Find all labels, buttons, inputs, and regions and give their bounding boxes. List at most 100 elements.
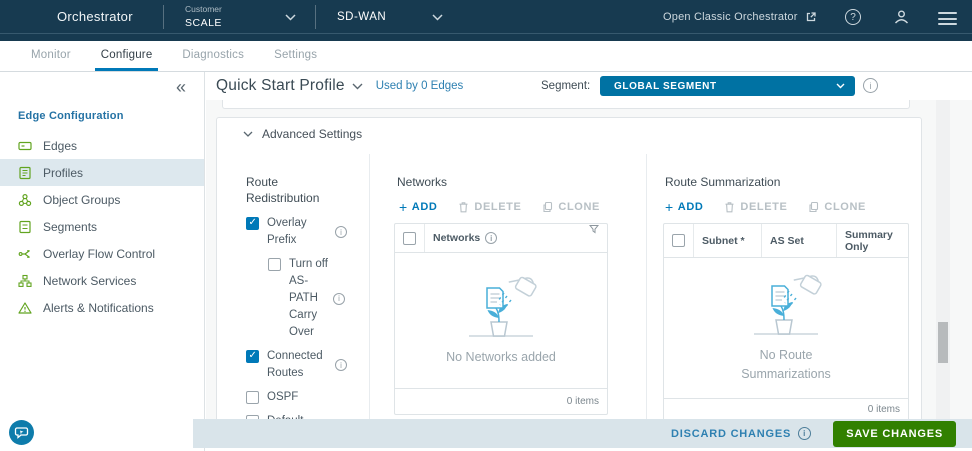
sidebar-list: Edges Profiles Object Groups Segments Ov… <box>0 132 204 321</box>
customer-selector[interactable]: Customer SCALE <box>185 4 222 29</box>
clone-network-button[interactable]: CLONE <box>542 201 600 213</box>
option-label: Turn off AS-PATH Carry Over <box>289 256 329 341</box>
segment-info-icon[interactable] <box>863 78 878 93</box>
plus-icon: + <box>665 201 674 213</box>
vertical-scrollbar[interactable] <box>936 100 950 419</box>
delete-network-button[interactable]: DELETE <box>458 201 521 213</box>
sidebar-section-title: Edge Configuration <box>18 110 204 122</box>
sidebar-item-overlay-flow-control[interactable]: Overlay Flow Control <box>0 240 204 267</box>
tab-monitor[interactable]: Monitor <box>25 41 77 71</box>
save-changes-button[interactable]: SAVE CHANGES <box>833 421 956 447</box>
external-link-icon <box>805 11 817 23</box>
sidebar-item-label: Network Services <box>43 274 136 288</box>
tab-configure[interactable]: Configure <box>95 41 159 71</box>
info-icon[interactable] <box>335 226 347 238</box>
option-connected-routes: Connected Routes <box>246 348 368 382</box>
scrollbar-thumb[interactable] <box>938 322 948 363</box>
route-redistribution-section: Route Redistribution Overlay Prefix Turn… <box>246 174 368 436</box>
sidebar-collapse-icon[interactable]: « <box>176 77 186 98</box>
sidebar-item-edges[interactable]: Edges <box>0 132 204 159</box>
alert-triangle-icon <box>18 301 32 315</box>
sidebar-item-alerts-notifications[interactable]: Alerts & Notifications <box>0 294 204 321</box>
topbar-vertical-divider <box>163 5 164 29</box>
info-icon[interactable] <box>798 427 811 440</box>
networks-empty-state: No Networks added <box>395 253 607 388</box>
advanced-settings-card: Advanced Settings Route Redistribution O… <box>216 117 922 435</box>
add-summarization-button[interactable]: +ADD <box>665 201 703 213</box>
sidebar-item-label: Profiles <box>43 166 83 180</box>
page-header: Quick Start Profile Used by 0 Edges Segm… <box>206 72 972 100</box>
overlay-prefix-checkbox[interactable] <box>246 217 259 230</box>
sidebar-item-profiles[interactable]: Profiles <box>0 159 204 186</box>
ospf-checkbox[interactable] <box>246 391 259 404</box>
chevron-down-icon <box>243 131 253 137</box>
service-selector[interactable]: SD-WAN <box>337 0 386 34</box>
subnet-column-header: Subnet * <box>694 224 762 257</box>
networks-toolbar: +ADD DELETE CLONE <box>399 199 626 215</box>
select-all-checkbox[interactable] <box>672 234 685 247</box>
chevron-down-icon[interactable] <box>432 14 443 21</box>
networks-section: Networks +ADD DELETE CLONE Networks <box>386 174 626 415</box>
segment-dropdown[interactable]: GLOBAL SEGMENT <box>600 76 855 96</box>
connected-routes-checkbox[interactable] <box>246 350 259 363</box>
option-overlay-prefix: Overlay Prefix <box>246 215 368 249</box>
topbar-vertical-divider <box>315 5 316 29</box>
info-icon[interactable] <box>335 359 347 371</box>
chat-bubble-icon <box>14 425 29 440</box>
trash-icon <box>724 201 735 213</box>
watering-plant-illustration <box>738 272 834 342</box>
sidebar-item-network-services[interactable]: Network Services <box>0 267 204 294</box>
advanced-settings-title: Advanced Settings <box>262 127 362 141</box>
feedback-chat-button[interactable] <box>9 420 34 445</box>
tab-diagnostics[interactable]: Diagnostics <box>176 41 250 71</box>
help-icon[interactable]: ? <box>845 9 861 25</box>
info-icon[interactable] <box>333 293 345 305</box>
app-title: Orchestrator <box>57 0 133 34</box>
segment-dropdown-value: GLOBAL SEGMENT <box>614 81 717 92</box>
segment-label: Segment: <box>541 80 590 92</box>
customer-label: Customer <box>185 4 222 14</box>
networks-empty-text: No Networks added <box>442 348 560 367</box>
info-icon[interactable] <box>485 232 497 244</box>
edge-device-icon <box>18 139 32 153</box>
select-all-checkbox[interactable] <box>403 232 416 245</box>
discard-changes-label: DISCARD CHANGES <box>671 428 791 440</box>
sidebar-item-label: Edges <box>43 139 77 153</box>
delete-summarization-button[interactable]: DELETE <box>724 201 787 213</box>
clone-summarization-button[interactable]: CLONE <box>808 201 866 213</box>
option-label: Connected Routes <box>267 348 331 382</box>
tab-settings[interactable]: Settings <box>268 41 323 71</box>
network-services-icon <box>18 274 32 288</box>
used-by-edges-link[interactable]: Used by 0 Edges <box>376 80 464 92</box>
advanced-settings-toggle[interactable]: Advanced Settings <box>217 118 921 141</box>
plus-icon: + <box>399 201 408 213</box>
add-network-button[interactable]: +ADD <box>399 201 437 213</box>
select-all-cell <box>664 224 694 257</box>
content-scroll-area: Advanced Settings Route Redistribution O… <box>206 100 972 448</box>
object-groups-icon <box>18 193 32 207</box>
route-summarization-empty-state: No Route Summarizations <box>664 258 908 398</box>
profile-title: Quick Start Profile <box>216 77 345 95</box>
sidebar-item-label: Object Groups <box>43 193 120 207</box>
sidebar-item-label: Alerts & Notifications <box>43 301 154 315</box>
route-summarization-table: Subnet * AS Set Summary Only <box>663 223 909 421</box>
open-classic-orchestrator-link[interactable]: Open Classic Orchestrator <box>663 0 817 34</box>
sidebar-item-segments[interactable]: Segments <box>0 213 204 240</box>
option-label: Overlay Prefix <box>267 215 331 249</box>
networks-table-footer: 0 items <box>395 388 607 414</box>
discard-changes-button[interactable]: DISCARD CHANGES <box>671 427 811 440</box>
customer-value: SCALE <box>185 17 222 29</box>
menu-icon[interactable] <box>938 12 957 29</box>
user-icon[interactable] <box>893 9 910 25</box>
filter-icon[interactable] <box>589 224 599 252</box>
summary-only-column-header: Summary Only <box>837 224 908 257</box>
profile-chevron-down-icon[interactable] <box>352 83 363 90</box>
sidebar-item-object-groups[interactable]: Object Groups <box>0 186 204 213</box>
trash-icon <box>458 201 469 213</box>
route-summarization-empty-text: No Route Summarizations <box>727 346 845 384</box>
as-path-carry-over-checkbox[interactable] <box>268 258 281 271</box>
chevron-down-icon[interactable] <box>285 14 296 21</box>
watering-plant-illustration <box>453 274 549 344</box>
profile-card-icon <box>18 166 32 180</box>
chevron-down-icon <box>836 83 845 89</box>
